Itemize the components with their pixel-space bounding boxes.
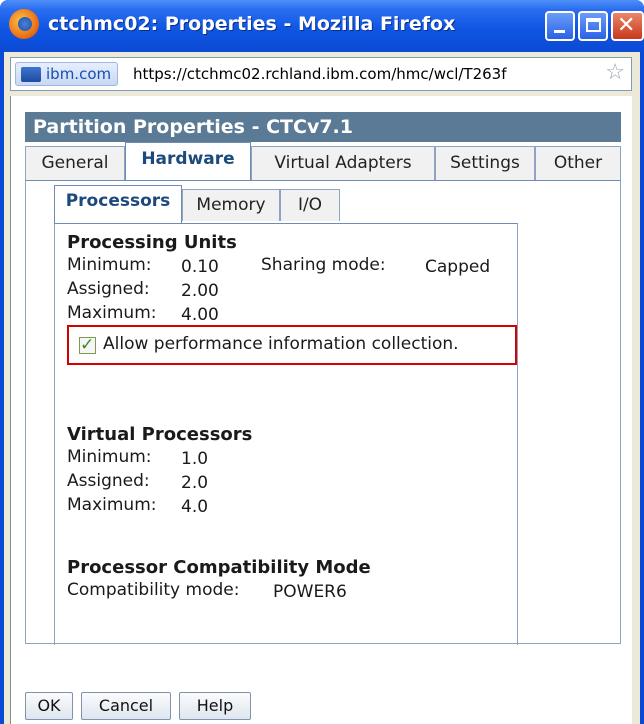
browser-body: ibm.com https://ctchmc02.rchland.ibm.com… [4,52,640,724]
maximize-icon [586,18,601,32]
favicon-icon [21,67,41,82]
minimize-icon [554,30,565,33]
maximize-button[interactable] [578,11,608,41]
sharing-mode-value: Capped [425,257,491,277]
close-icon: ✕ [617,13,636,38]
pu-minimum-label: Minimum: [67,255,152,275]
pu-minimum-value: 0.10 [181,257,219,277]
minimize-button[interactable] [545,11,575,41]
subtab-io[interactable]: I/O [280,189,340,221]
cancel-button[interactable]: Cancel [81,692,171,720]
tab-other[interactable]: Other [535,146,621,180]
url-text[interactable]: https://ctchmc02.rchland.ibm.com/hmc/wcl… [133,65,507,83]
pu-maximum-value: 4.00 [181,305,219,325]
vp-assigned-value: 2.0 [181,473,209,493]
processing-units-title: Processing Units [67,232,237,253]
browser-window: ctchmc02: Properties - Mozilla Firefox ✕… [0,0,644,724]
ok-button[interactable]: OK [25,692,73,720]
compat-mode-label: Compatibility mode: [67,580,240,600]
pu-assigned-label: Assigned: [67,279,150,299]
tab-general[interactable]: General [25,146,125,180]
help-button[interactable]: Help [179,692,251,720]
bookmark-star-icon[interactable]: ☆ [605,61,625,85]
vp-minimum-label: Minimum: [67,447,152,467]
hardware-tab-panel: Processors Memory I/O Processing Units M… [25,180,621,645]
vp-minimum-value: 1.0 [181,449,209,469]
subtab-processors[interactable]: Processors [54,185,182,223]
url-bar[interactable]: ibm.com https://ctchmc02.rchland.ibm.com… [10,57,632,91]
window-title: ctchmc02: Properties - Mozilla Firefox [48,13,456,35]
vp-maximum-value: 4.0 [181,497,209,517]
page-content: Partition Properties - CTCv7.1 General H… [10,96,632,724]
tab-virtual-adapters[interactable]: Virtual Adapters [251,146,435,180]
main-tabs: General Hardware Virtual Adapters Settin… [25,142,621,182]
site-badge-label: ibm.com [46,65,112,83]
compat-mode-title: Processor Compatibility Mode [67,557,371,578]
check-icon: ✓ [80,335,95,355]
perf-collection-label[interactable]: Allow performance information collection… [103,334,459,354]
tab-hardware[interactable]: Hardware [125,142,251,182]
title-bar[interactable]: ctchmc02: Properties - Mozilla Firefox ✕ [0,0,644,52]
pu-assigned-value: 2.00 [181,281,219,301]
subtab-memory[interactable]: Memory [182,189,280,221]
compat-mode-value: POWER6 [273,582,347,602]
panel-title: Partition Properties - CTCv7.1 [25,112,621,142]
vp-assigned-label: Assigned: [67,471,150,491]
pu-maximum-label: Maximum: [67,303,157,323]
perf-collection-highlight: ✓ Allow performance information collecti… [67,325,517,365]
site-identity-badge[interactable]: ibm.com [15,62,119,86]
perf-collection-checkbox[interactable]: ✓ [79,335,96,355]
tab-settings[interactable]: Settings [435,146,535,180]
sharing-mode-label: Sharing mode: [261,255,386,275]
processors-panel: Processing Units Minimum: 0.10 Sharing m… [54,223,518,645]
vp-maximum-label: Maximum: [67,495,157,515]
close-button[interactable]: ✕ [611,11,644,41]
virtual-processors-title: Virtual Processors [67,424,253,445]
firefox-icon [9,9,39,39]
